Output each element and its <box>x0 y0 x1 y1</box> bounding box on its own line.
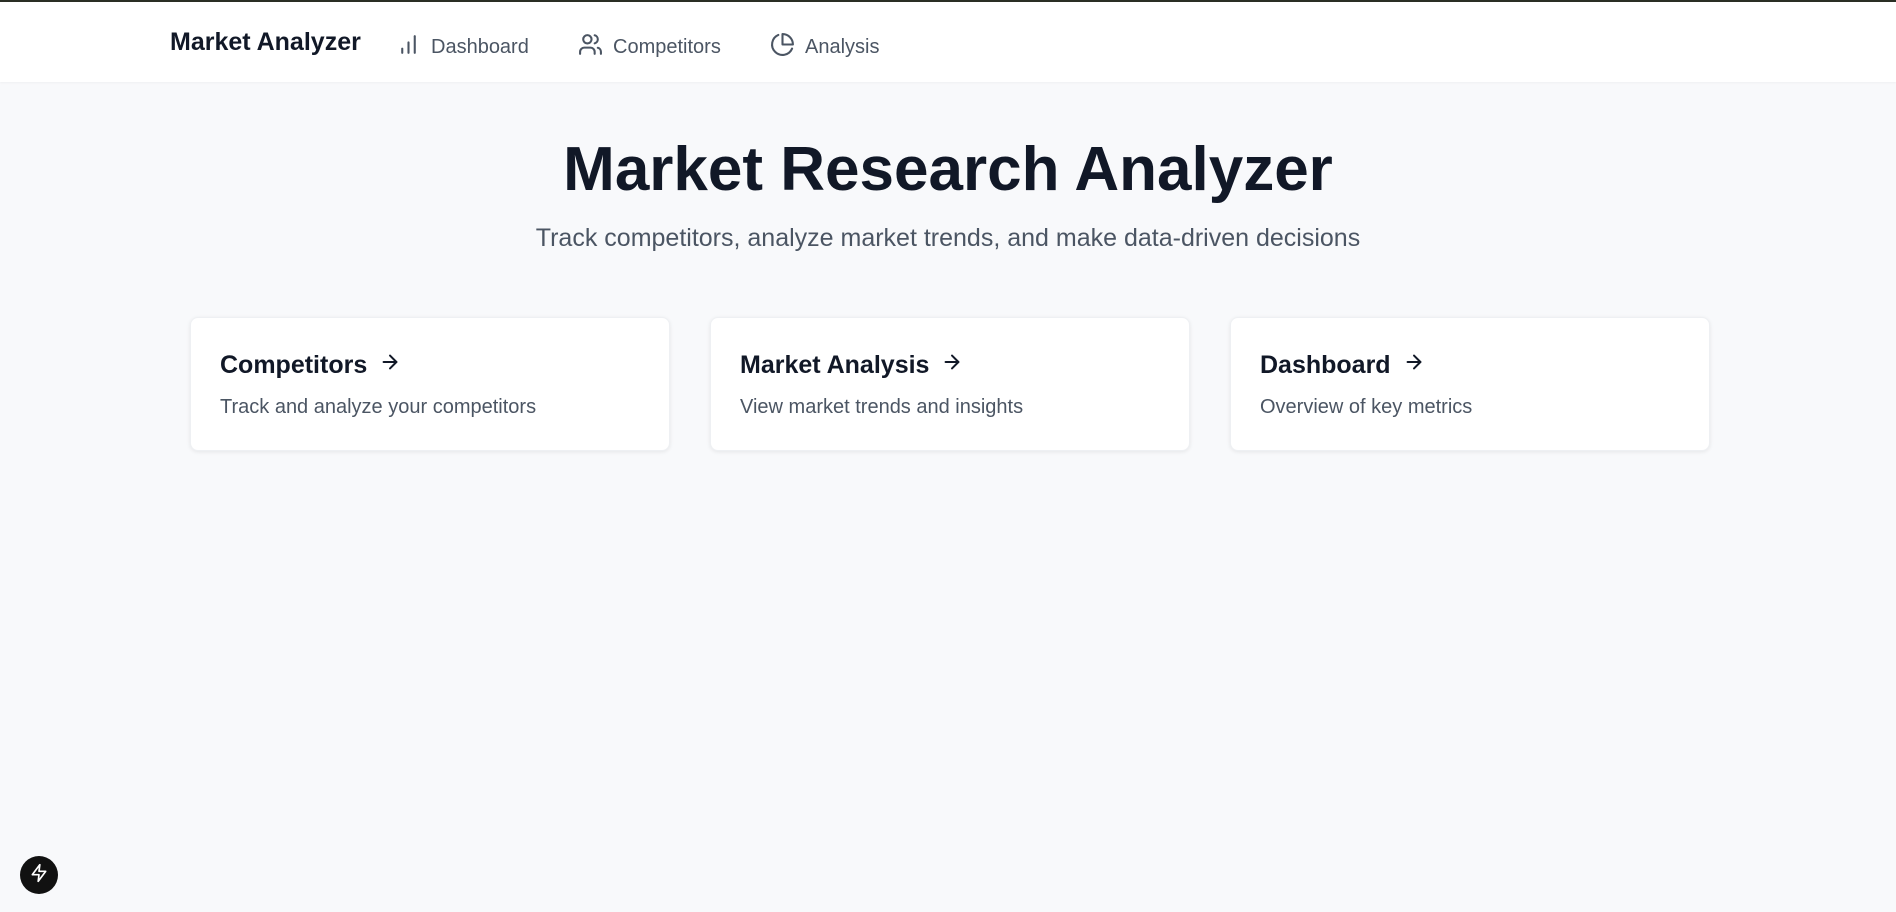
arrow-right-icon <box>1403 351 1425 380</box>
card-description: Track and analyze your competitors <box>220 396 537 418</box>
card-title: Competitors <box>220 351 401 380</box>
page-subtitle: Track competitors, analyze market trends… <box>535 224 1361 252</box>
card-description: View market trends and insights <box>740 396 1024 418</box>
nav-link-label: Dashboard <box>431 36 529 58</box>
arrow-right-icon <box>941 351 963 380</box>
nav-link-label: Competitors <box>613 36 721 58</box>
card-market-analysis[interactable]: Market Analysis View market trends and i… <box>710 317 1190 451</box>
card-description: Overview of key metrics <box>1260 396 1473 418</box>
nav-link-competitors[interactable]: Competitors <box>578 32 721 63</box>
nav-link-dashboard[interactable]: Dashboard <box>396 32 529 63</box>
lightning-icon <box>29 863 49 888</box>
lightning-button[interactable] <box>20 856 58 894</box>
card-competitors[interactable]: Competitors Track and analyze your compe… <box>190 317 670 451</box>
arrow-right-icon <box>379 351 401 380</box>
card-title-text: Dashboard <box>1260 351 1391 379</box>
bar-chart-icon <box>396 32 421 63</box>
card-dashboard[interactable]: Dashboard Overview of key metrics <box>1230 317 1710 451</box>
page-title: Market Research Analyzer <box>563 135 1333 204</box>
card-title-text: Market Analysis <box>740 351 930 379</box>
card-title: Market Analysis <box>740 351 963 380</box>
nav-link-label: Analysis <box>805 36 880 58</box>
brand-logo[interactable]: Market Analyzer <box>170 28 361 57</box>
card-title-text: Competitors <box>220 351 368 379</box>
card-title: Dashboard <box>1260 351 1425 380</box>
users-icon <box>578 32 603 63</box>
pie-chart-icon <box>770 32 795 63</box>
navbar: Market Analyzer Dashboard Competitors An… <box>0 2 1896 82</box>
nav-link-analysis[interactable]: Analysis <box>770 32 879 63</box>
